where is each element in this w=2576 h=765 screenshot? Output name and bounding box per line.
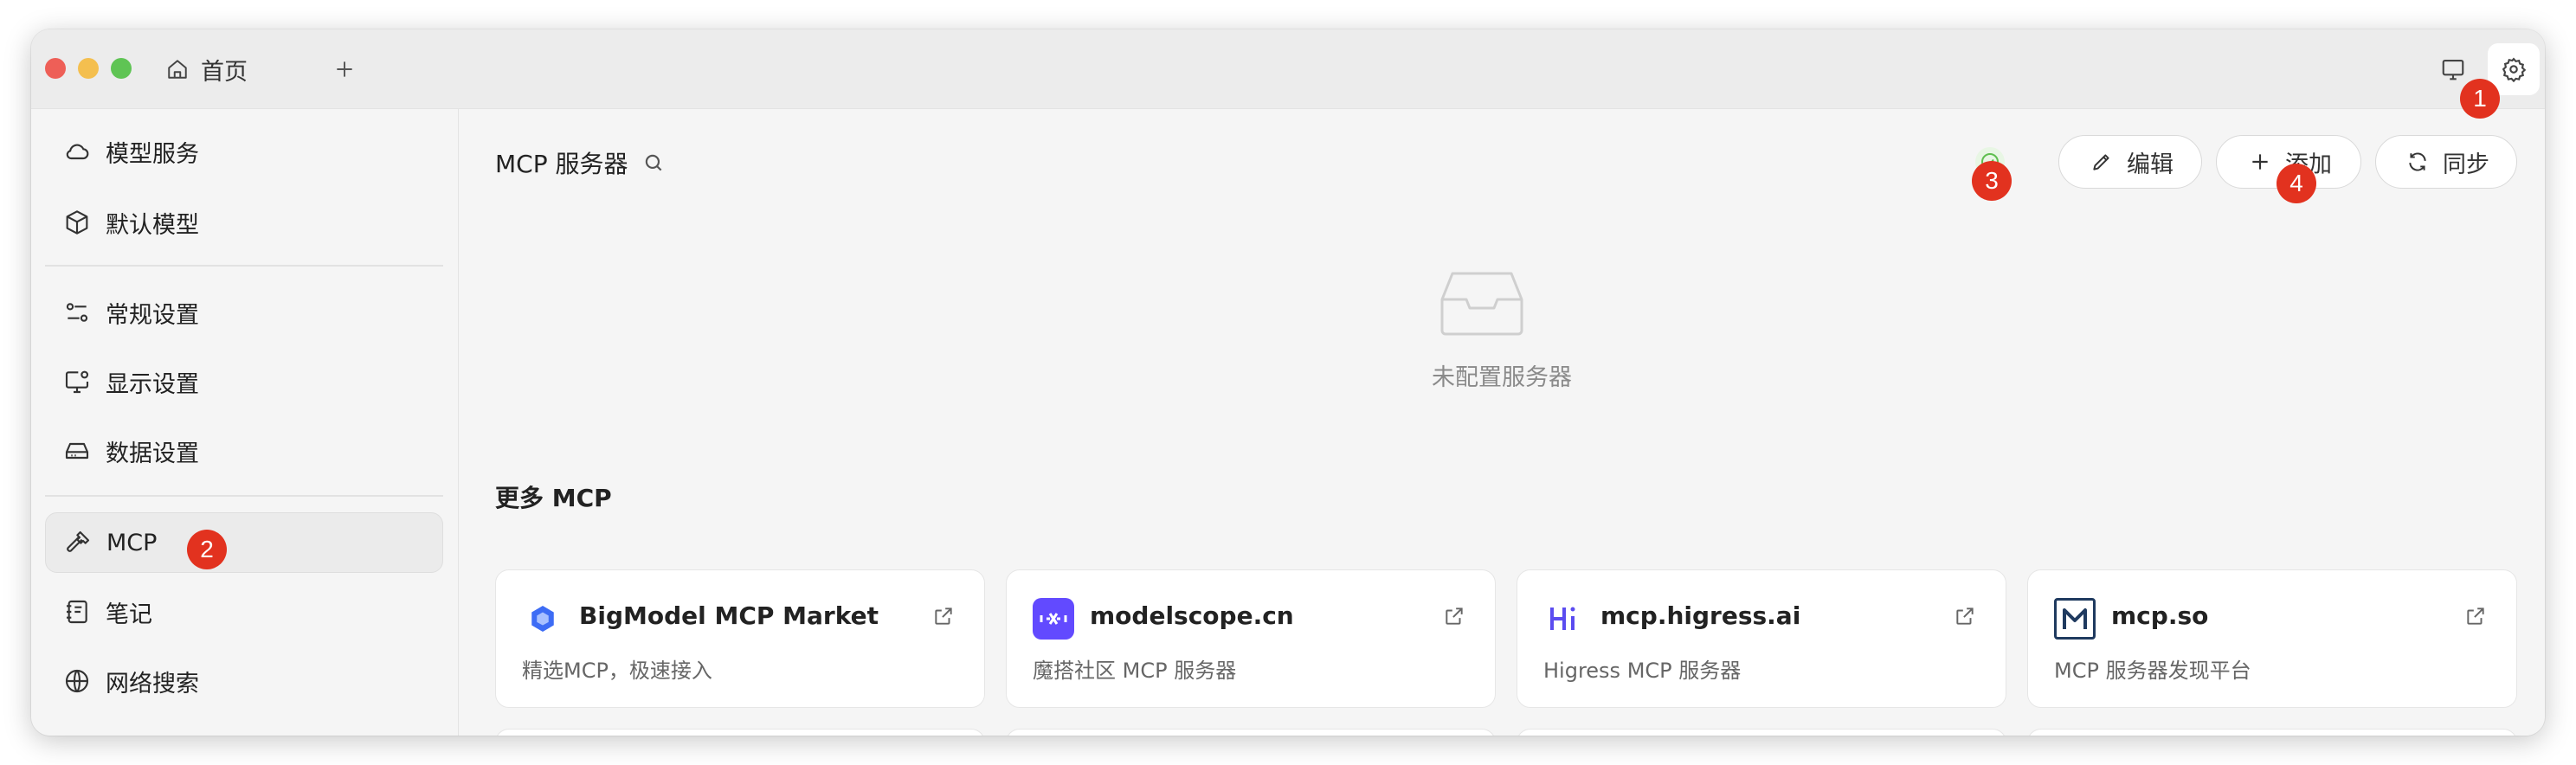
mcp-card-mcpso[interactable]: mcp.so MCP 服务器发现平台	[2027, 569, 2517, 708]
plus-icon	[330, 55, 359, 84]
mcp-card-partial[interactable]	[1517, 729, 2006, 736]
minimize-window-button[interactable]	[78, 58, 99, 79]
cube-icon	[62, 208, 92, 237]
card-description: MCP 服务器发现平台	[2054, 659, 2251, 683]
sidebar-item-display[interactable]: 显示设置	[45, 351, 443, 412]
sidebar-item-label: 网络搜索	[106, 670, 199, 698]
page-title-text: MCP 服务器	[495, 150, 628, 178]
empty-state-text: 未配置服务器	[1432, 364, 1572, 391]
sidebar-item-data[interactable]: 数据设置	[45, 421, 443, 481]
annotation-badge-4: 4	[2277, 164, 2316, 203]
sidebar-item-label: 默认模型	[106, 211, 199, 239]
mcp-card-modelscope[interactable]: modelscope.cn 魔搭社区 MCP 服务器	[1006, 569, 1496, 708]
title-bar: 首页	[31, 29, 2545, 109]
sidebar-divider	[45, 265, 443, 267]
search-icon[interactable]	[639, 148, 668, 177]
card-title: mcp.higress.ai	[1600, 601, 1801, 630]
external-link-icon[interactable]	[2463, 603, 2489, 629]
new-tab-button[interactable]	[325, 50, 364, 88]
card-title: modelscope.cn	[1090, 601, 1294, 630]
card-description: 精选MCP，极速接入	[522, 659, 712, 683]
settings-sidebar: 模型服务 默认模型 常规设置 显示设置 数据设置 MCP 笔记 网络搜索	[31, 109, 459, 736]
sidebar-item-default-model[interactable]: 默认模型	[45, 192, 443, 253]
sidebar-item-web-search[interactable]: 网络搜索	[45, 651, 443, 711]
sidebar-item-model-service[interactable]: 模型服务	[45, 121, 443, 182]
globe-icon	[62, 666, 92, 696]
sidebar-item-general[interactable]: 常规设置	[45, 282, 443, 343]
sidebar-item-label: 数据设置	[106, 440, 199, 467]
annotation-badge-3: 3	[1972, 161, 2012, 201]
mcp-card-higress[interactable]: mcp.higress.ai Higress MCP 服务器	[1517, 569, 2006, 708]
home-icon	[163, 55, 192, 84]
close-window-button[interactable]	[45, 58, 66, 79]
external-link-icon[interactable]	[931, 603, 956, 629]
sync-button-label: 同步	[2443, 151, 2489, 178]
bigmodel-logo-icon	[522, 598, 564, 640]
monitor-gear-icon	[62, 367, 92, 396]
mcp-card-partial[interactable]	[1006, 729, 1496, 736]
empty-inbox-icon	[1440, 270, 1523, 339]
sidebar-divider	[45, 495, 443, 497]
sidebar-item-mcp[interactable]: MCP	[45, 512, 443, 573]
card-title: BigModel MCP Market	[579, 601, 879, 630]
sliders-icon	[62, 298, 92, 327]
tab-home-label: 首页	[201, 58, 248, 86]
mcp-card-bigmodel[interactable]: BigModel MCP Market 精选MCP，极速接入	[495, 569, 985, 708]
card-description: Higress MCP 服务器	[1543, 659, 1742, 683]
edit-button[interactable]: 编辑	[2058, 135, 2202, 189]
more-mcp-heading: 更多 MCP	[495, 484, 612, 512]
sidebar-item-label: 常规设置	[106, 301, 199, 329]
sidebar-item-label: MCP	[106, 529, 158, 556]
higress-logo-icon	[1543, 598, 1585, 640]
external-link-icon[interactable]	[1952, 603, 1978, 629]
annotation-badge-1: 1	[2460, 79, 2500, 119]
refresh-icon	[2403, 147, 2432, 177]
gear-icon	[2499, 55, 2528, 84]
pencil-icon	[2087, 147, 2116, 177]
notebook-icon	[62, 597, 92, 627]
mcp-card-partial[interactable]	[2027, 729, 2517, 736]
sidebar-item-notes[interactable]: 笔记	[45, 582, 443, 642]
plus-icon	[2245, 147, 2275, 177]
page-title: MCP 服务器	[495, 145, 668, 180]
tab-home[interactable]: 首页	[163, 52, 248, 87]
sidebar-item-label: 显示设置	[106, 370, 199, 398]
sidebar-item-label: 笔记	[106, 601, 152, 628]
mcpso-logo-icon	[2054, 598, 2096, 640]
mcp-card-partial[interactable]	[495, 729, 985, 736]
drive-icon	[62, 436, 92, 466]
zoom-window-button[interactable]	[111, 58, 132, 79]
modelscope-logo-icon	[1033, 598, 1074, 640]
sidebar-item-label: 模型服务	[106, 140, 199, 168]
cloud-icon	[62, 137, 92, 166]
monitor-icon	[2438, 55, 2468, 84]
card-description: 魔搭社区 MCP 服务器	[1033, 659, 1237, 683]
hammer-icon	[63, 528, 93, 557]
card-title: mcp.so	[2111, 601, 2209, 630]
app-window: 首页 模型服务 默认模型 常规设置 显示设置 数据设置 MCP 笔记 网络搜索 …	[31, 29, 2545, 736]
edit-button-label: 编辑	[2127, 151, 2174, 178]
annotation-badge-2: 2	[187, 530, 227, 569]
sync-button[interactable]: 同步	[2375, 135, 2517, 189]
external-link-icon[interactable]	[1441, 603, 1467, 629]
mcp-main-panel: MCP 服务器 编辑 添加 同步 未配置服务器 更多 MCP BigModel …	[459, 109, 2545, 736]
